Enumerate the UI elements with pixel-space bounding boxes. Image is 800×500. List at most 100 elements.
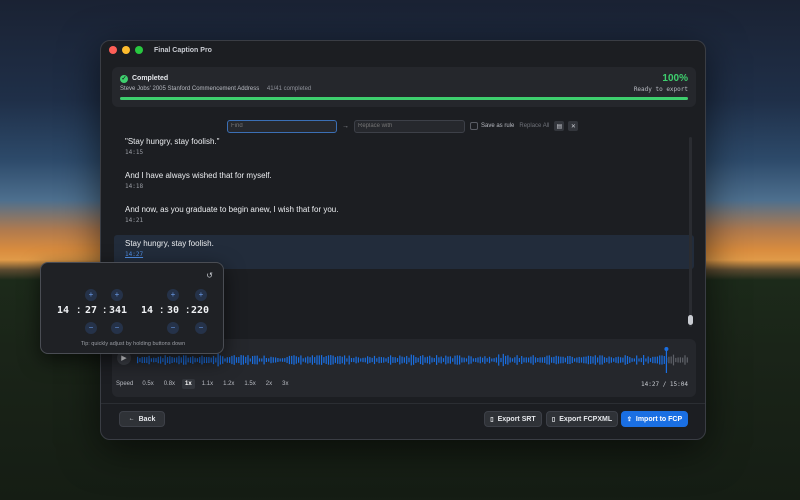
waveform-bar (463, 357, 465, 363)
waveform-bar (284, 358, 286, 362)
waveform-bar (585, 356, 587, 364)
waveform-bar (256, 355, 258, 365)
speed-option-3x[interactable]: 3x (279, 379, 291, 389)
playhead-handle[interactable] (664, 347, 669, 351)
start-seconds-increment-button[interactable]: + (85, 289, 97, 301)
waveform-bar (157, 356, 159, 364)
waveform-bar (293, 355, 295, 365)
waveform-bar (346, 358, 348, 362)
waveform-bar (530, 356, 532, 364)
list-item[interactable]: And now, as you graduate to begin anew, … (112, 201, 696, 235)
end-millis-decrement-button[interactable]: − (195, 322, 207, 334)
speed-selector: Speed 0.5x 0.8x 1x 1.1x 1.2x 1.5x 2x 3x (116, 379, 295, 389)
export-fcpxml-button[interactable]: ▯ Export FCPXML (546, 411, 618, 427)
waveform-bar (613, 358, 615, 362)
waveform-bar (509, 357, 511, 363)
title-bar: Final Caption Pro (101, 41, 705, 59)
import-to-fcp-button[interactable]: ⇪ Import to FCP (621, 411, 688, 427)
save-as-rule-checkbox[interactable] (470, 122, 478, 130)
waveform-bar (153, 357, 155, 363)
end-seconds-decrement-button[interactable]: − (167, 322, 179, 334)
import-to-fcp-label: Import to FCP (635, 415, 683, 423)
waveform-bar (166, 357, 169, 363)
waveform-bar (275, 357, 277, 363)
waveform-bar (525, 357, 527, 363)
speed-option-1-5x[interactable]: 1.5x (241, 379, 258, 389)
document-icon: ▯ (490, 416, 494, 423)
waveform-bar (626, 355, 629, 365)
caption-time[interactable]: 14:15 (125, 149, 683, 156)
waveform-bar (212, 355, 215, 365)
speed-option-1x[interactable]: 1x (182, 379, 195, 389)
waveform-bar (408, 357, 410, 363)
waveform-bar (143, 357, 146, 363)
end-seconds-increment-button[interactable]: + (167, 289, 179, 301)
waveform-bar (316, 355, 318, 365)
waveform-bar (555, 355, 557, 365)
speed-option-1-1x[interactable]: 1.1x (199, 379, 216, 389)
waveform-bar (571, 356, 573, 364)
caption-time[interactable]: 14:18 (125, 183, 683, 190)
speed-option-1-2x[interactable]: 1.2x (220, 379, 237, 389)
replace-all-button[interactable]: Replace All (519, 123, 549, 129)
waveform-bar (344, 355, 346, 365)
start-seconds-decrement-button[interactable]: − (85, 322, 97, 334)
scrollbar-thumb[interactable] (688, 315, 693, 325)
waveform-bar (242, 355, 244, 365)
speed-option-0-8x[interactable]: 0.8x (161, 379, 178, 389)
waveform-bar (295, 356, 297, 364)
caption-text: And now, as you graduate to begin anew, … (125, 205, 339, 214)
time-readout: 14:27 / 15:04 (641, 381, 688, 388)
close-window-button[interactable] (109, 46, 117, 54)
speed-option-0-5x[interactable]: 0.5x (139, 379, 156, 389)
waveform-bar (518, 357, 520, 363)
waveform-bar (281, 358, 284, 362)
end-millis[interactable]: 220 (191, 305, 209, 316)
list-item[interactable]: "Stay hungry, stay foolish." 14:15 (112, 133, 696, 167)
caption-time[interactable]: 14:21 (125, 217, 683, 224)
waveform-bar (532, 355, 534, 365)
waveform-bar (597, 357, 599, 363)
speed-option-2x[interactable]: 2x (263, 379, 275, 389)
end-seconds[interactable]: 30 (167, 305, 179, 316)
minimize-window-button[interactable] (122, 46, 130, 54)
export-srt-button[interactable]: ▯ Export SRT (484, 411, 542, 427)
waveform-bar (528, 357, 530, 363)
start-millis-increment-button[interactable]: + (111, 289, 123, 301)
waveform-bar (148, 355, 150, 365)
reset-icon[interactable]: ↺ (206, 271, 213, 280)
waveform-bar (373, 355, 376, 365)
waveform-bar (369, 357, 371, 363)
replace-input[interactable] (354, 119, 465, 133)
waveform-bar (302, 358, 304, 362)
waveform-bar (265, 357, 267, 363)
back-button[interactable]: ← Back (119, 411, 165, 427)
waveform-bar (357, 357, 359, 363)
end-millis-increment-button[interactable]: + (195, 289, 207, 301)
arrow-right-icon: → (342, 122, 349, 130)
waveform-bar (477, 357, 479, 363)
waveform-bar (399, 355, 401, 365)
waveform-bar (449, 356, 451, 364)
waveform-bar (171, 357, 173, 363)
waveform-bar (564, 357, 566, 363)
start-millis-decrement-button[interactable]: − (111, 322, 123, 334)
waveform-bar (677, 357, 679, 363)
waveform-bar (640, 357, 642, 363)
waveform-bar (576, 357, 578, 363)
scrollbar-track[interactable] (689, 137, 692, 327)
waveform-bar (286, 357, 288, 363)
waveform-bar (553, 356, 555, 364)
zoom-window-button[interactable] (135, 46, 143, 54)
waveform-bar (229, 357, 231, 363)
close-icon[interactable]: ✕ (568, 121, 579, 131)
waveform-bar (219, 355, 221, 365)
clipboard-icon[interactable]: ▤ (554, 121, 565, 131)
find-input[interactable] (227, 119, 337, 133)
start-millis[interactable]: 341 (109, 305, 127, 316)
list-item[interactable]: And I have always wished that for myself… (112, 167, 696, 201)
start-seconds[interactable]: 27 (85, 305, 97, 316)
caption-time[interactable]: 14:27 (125, 251, 683, 258)
waveform-bar (514, 357, 516, 363)
waveform-bar (199, 357, 201, 363)
